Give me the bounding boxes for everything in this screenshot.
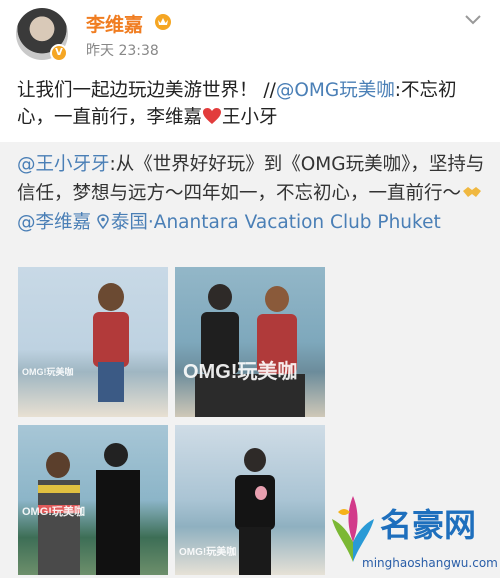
photo-4-label: OMG!玩美咖 bbox=[179, 547, 237, 558]
post-header: V 李维嘉 昨天 23:38 bbox=[0, 0, 500, 62]
repost-author-link[interactable]: @王小牙牙 bbox=[17, 154, 110, 175]
crown-icon bbox=[155, 14, 171, 30]
photo-3-label: OMG!玩美咖 bbox=[22, 506, 85, 518]
photo-2-label: OMG!玩美咖 bbox=[183, 361, 298, 383]
heart-icon bbox=[203, 108, 222, 124]
watermark: 名豪网 minghaoshangwu.com bbox=[322, 490, 498, 576]
photo-4[interactable]: OMG!玩美咖 bbox=[175, 425, 325, 575]
location-label: 泰国·Anantara Vacation Club Phuket bbox=[110, 212, 441, 233]
handshake-icon bbox=[463, 187, 482, 197]
mention-link-2[interactable]: @李维嘉 bbox=[17, 212, 91, 233]
photo-1-label: OMG!玩美咖 bbox=[22, 367, 74, 377]
repost-text: @王小牙牙:从《世界好好玩》到《OMG玩美咖》，坚持与信任，梦想与远方～四年如一… bbox=[17, 150, 487, 237]
photo-1[interactable]: OMG!玩美咖 bbox=[18, 267, 168, 417]
watermark-url: minghaoshangwu.com bbox=[362, 556, 498, 570]
photo-1-figure bbox=[93, 283, 129, 402]
photo-3-figure bbox=[38, 443, 140, 575]
photo-2[interactable]: OMG!玩美咖 bbox=[175, 267, 325, 417]
post-text: 让我们一起边玩边美游世界！ //@OMG玩美咖:不忘初心，一直前行，李维嘉 王小牙 bbox=[17, 77, 487, 131]
location-icon bbox=[97, 214, 109, 229]
username[interactable]: 李维嘉 bbox=[86, 10, 143, 37]
verified-icon: V bbox=[50, 44, 68, 62]
photo-2-figure bbox=[195, 284, 305, 417]
watermark-title: 名豪网 bbox=[380, 506, 477, 544]
watermark-logo-icon bbox=[332, 496, 374, 562]
post-text-tail: 王小牙 bbox=[222, 107, 278, 128]
mention-link[interactable]: @OMG玩美咖 bbox=[276, 80, 395, 101]
photo-3[interactable]: OMG!玩美咖 bbox=[18, 425, 168, 575]
post-text-main: 让我们一起边玩边美游世界！ // bbox=[17, 80, 276, 101]
location-link[interactable]: 泰国·Anantara Vacation Club Phuket bbox=[97, 212, 441, 233]
chevron-down-icon[interactable] bbox=[464, 14, 482, 26]
timestamp: 昨天 23:38 bbox=[86, 43, 159, 59]
